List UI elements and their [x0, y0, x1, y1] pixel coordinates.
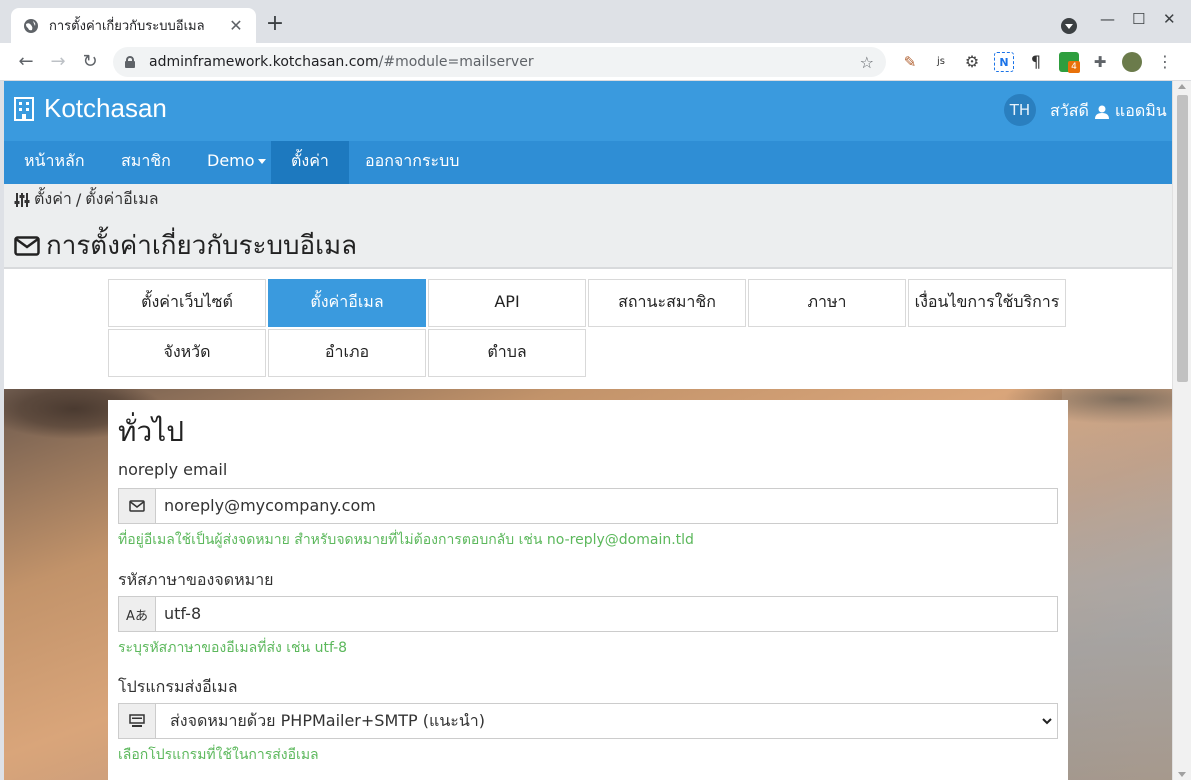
n-extension-icon[interactable]: N: [994, 52, 1014, 72]
tab-api[interactable]: API: [428, 279, 586, 327]
server-icon: [129, 714, 145, 727]
page-title: การตั้งค่าเกี่ยวกับระบบอีเมล: [14, 225, 357, 266]
chevron-down-icon: [1037, 704, 1057, 738]
envelope-addon: [119, 489, 156, 523]
browser-tab-title: การตั้งค่าเกี่ยวกับระบบอีเมล: [49, 19, 205, 34]
tab-email-settings[interactable]: ตั้งค่าอีเมล: [268, 279, 426, 327]
charset-field[interactable]: Aあ utf-8: [118, 596, 1058, 632]
browser-toolbar: ← → ↻ adminframework.kotchasan.com/#modu…: [0, 43, 1191, 81]
breadcrumb-separator: /: [75, 190, 82, 209]
sliders-icon: [14, 192, 30, 207]
breadcrumb-parent[interactable]: ตั้งค่า: [34, 187, 72, 212]
envelope-icon: [129, 500, 145, 512]
kebab-menu-icon[interactable]: ⋮: [1155, 52, 1175, 72]
tab-website-settings[interactable]: ตั้งค่าเว็บไซต์: [108, 279, 266, 327]
tab-district[interactable]: อำเภอ: [268, 329, 426, 377]
nav-item-members[interactable]: สมาชิก: [101, 141, 191, 184]
page-scrollbar[interactable]: [1172, 81, 1191, 780]
breadcrumb-current: ตั้งค่าอีเมล: [85, 189, 159, 208]
browser-tabstrip: การตั้งค่าเกี่ยวกับระบบอีเมล ✕ + — ☐ ✕: [0, 0, 1191, 43]
nav-item-home[interactable]: หน้าหลัก: [4, 141, 105, 184]
js-extension-icon[interactable]: js: [931, 52, 951, 72]
reload-icon[interactable]: ↻: [78, 50, 102, 74]
puzzle-extensions-icon[interactable]: ✚: [1090, 52, 1110, 72]
greeting-text: สวัสดี: [1050, 101, 1089, 120]
noreply-email-field[interactable]: noreply@mycompany.com: [118, 488, 1058, 524]
server-addon: [119, 704, 156, 738]
pilcrow-extension-icon[interactable]: ¶: [1026, 52, 1046, 72]
tab-terms-of-service[interactable]: เงื่อนไขการใช้บริการ: [908, 279, 1066, 327]
avatar[interactable]: [1122, 52, 1142, 72]
noreply-email-input[interactable]: noreply@mycompany.com: [156, 489, 1057, 523]
address-bar[interactable]: adminframework.kotchasan.com/#module=mai…: [113, 47, 886, 77]
scrollbar-thumb[interactable]: [1177, 95, 1188, 382]
site-header: Kotchasan TH สวัสดี แอดมิน: [4, 81, 1172, 141]
mailer-selected-value: ส่งจดหมายด้วย PHPMailer+SMTP (แนะนำ): [170, 711, 486, 730]
charset-input[interactable]: utf-8: [156, 597, 1057, 631]
brand-name: Kotchasan: [44, 93, 167, 123]
nav-item-logout[interactable]: ออกจากระบบ: [345, 141, 479, 184]
envelope-icon: [14, 235, 40, 256]
user-menu[interactable]: สวัสดี แอดมิน: [1050, 99, 1167, 124]
browser-tab[interactable]: การตั้งค่าเกี่ยวกับระบบอีเมล ✕: [11, 8, 256, 43]
caret-down-icon: [257, 159, 266, 164]
profile-dropdown-icon[interactable]: [1061, 18, 1077, 34]
bookmark-star-icon[interactable]: ☆: [860, 53, 874, 72]
globe-icon: [24, 18, 38, 33]
nav-item-settings[interactable]: ตั้งค่า: [271, 141, 349, 184]
mailer-hint: เลือกโปรแกรมที่ใช้ในการส่งอีเมล: [118, 747, 319, 763]
chat-extension-icon[interactable]: 4: [1059, 52, 1080, 73]
main-nav: หน้าหลัก สมาชิก Demo ตั้งค่า ออกจากระบบ: [4, 141, 1172, 184]
username-text: แอดมิน: [1114, 101, 1167, 120]
tab-language[interactable]: ภาษา: [748, 279, 906, 327]
breadcrumb: ตั้งค่า / ตั้งค่าอีเมล: [14, 187, 159, 212]
window-close-icon[interactable]: ✕: [1163, 10, 1176, 28]
scroll-up-icon[interactable]: [1178, 84, 1186, 89]
back-icon[interactable]: ←: [14, 50, 38, 74]
url-text: adminframework.kotchasan.com/#module=mai…: [149, 54, 534, 70]
forward-icon[interactable]: →: [46, 50, 70, 74]
section-title: ทั่วไป: [118, 415, 185, 448]
minimize-icon[interactable]: —: [1100, 10, 1115, 28]
building-icon: [14, 96, 34, 121]
page-title-text: การตั้งค่าเกี่ยวกับระบบอีเมล: [46, 231, 358, 261]
tab-province[interactable]: จังหวัด: [108, 329, 266, 377]
maximize-icon[interactable]: ☐: [1132, 10, 1145, 28]
scroll-down-icon[interactable]: [1178, 772, 1186, 777]
new-tab-button[interactable]: +: [264, 13, 286, 35]
charset-label: รหัสภาษาของจดหมาย: [118, 570, 274, 589]
charset-hint: ระบุรหัสภาษาของอีเมลที่ส่ง เช่น utf-8: [118, 640, 348, 656]
tab-close-icon[interactable]: ✕: [228, 16, 244, 35]
settings-tabs: ตั้งค่าเว็บไซต์ ตั้งค่าอีเมล API สถานะสม…: [4, 269, 1172, 389]
page-viewport: Kotchasan TH สวัสดี แอดมิน หน้าหลัก สมาช…: [4, 81, 1172, 780]
mailer-label: โปรแกรมส่งอีเมล: [118, 677, 238, 696]
extension-badge: 4: [1068, 61, 1080, 73]
tab-member-status[interactable]: สถานะสมาชิก: [588, 279, 746, 327]
eyedropper-extension-icon[interactable]: ✎: [900, 52, 920, 72]
noreply-email-hint: ที่อยู่อีเมลใช้เป็นผู้ส่งจดหมาย สำหรับจด…: [118, 532, 694, 548]
noreply-email-label: noreply email: [118, 460, 228, 479]
brand-logo[interactable]: Kotchasan: [14, 93, 167, 124]
language-badge[interactable]: TH: [1004, 94, 1036, 126]
language-icon: Aあ: [119, 597, 156, 631]
tab-subdistrict[interactable]: ตำบล: [428, 329, 586, 377]
lock-icon: [125, 56, 135, 68]
gear-extension-icon[interactable]: ⚙: [962, 52, 982, 72]
user-icon: [1094, 105, 1109, 119]
settings-form: ทั่วไป noreply email noreply@mycompany.c…: [108, 400, 1068, 780]
mailer-select[interactable]: ส่งจดหมายด้วย PHPMailer+SMTP (แนะนำ): [118, 703, 1058, 739]
